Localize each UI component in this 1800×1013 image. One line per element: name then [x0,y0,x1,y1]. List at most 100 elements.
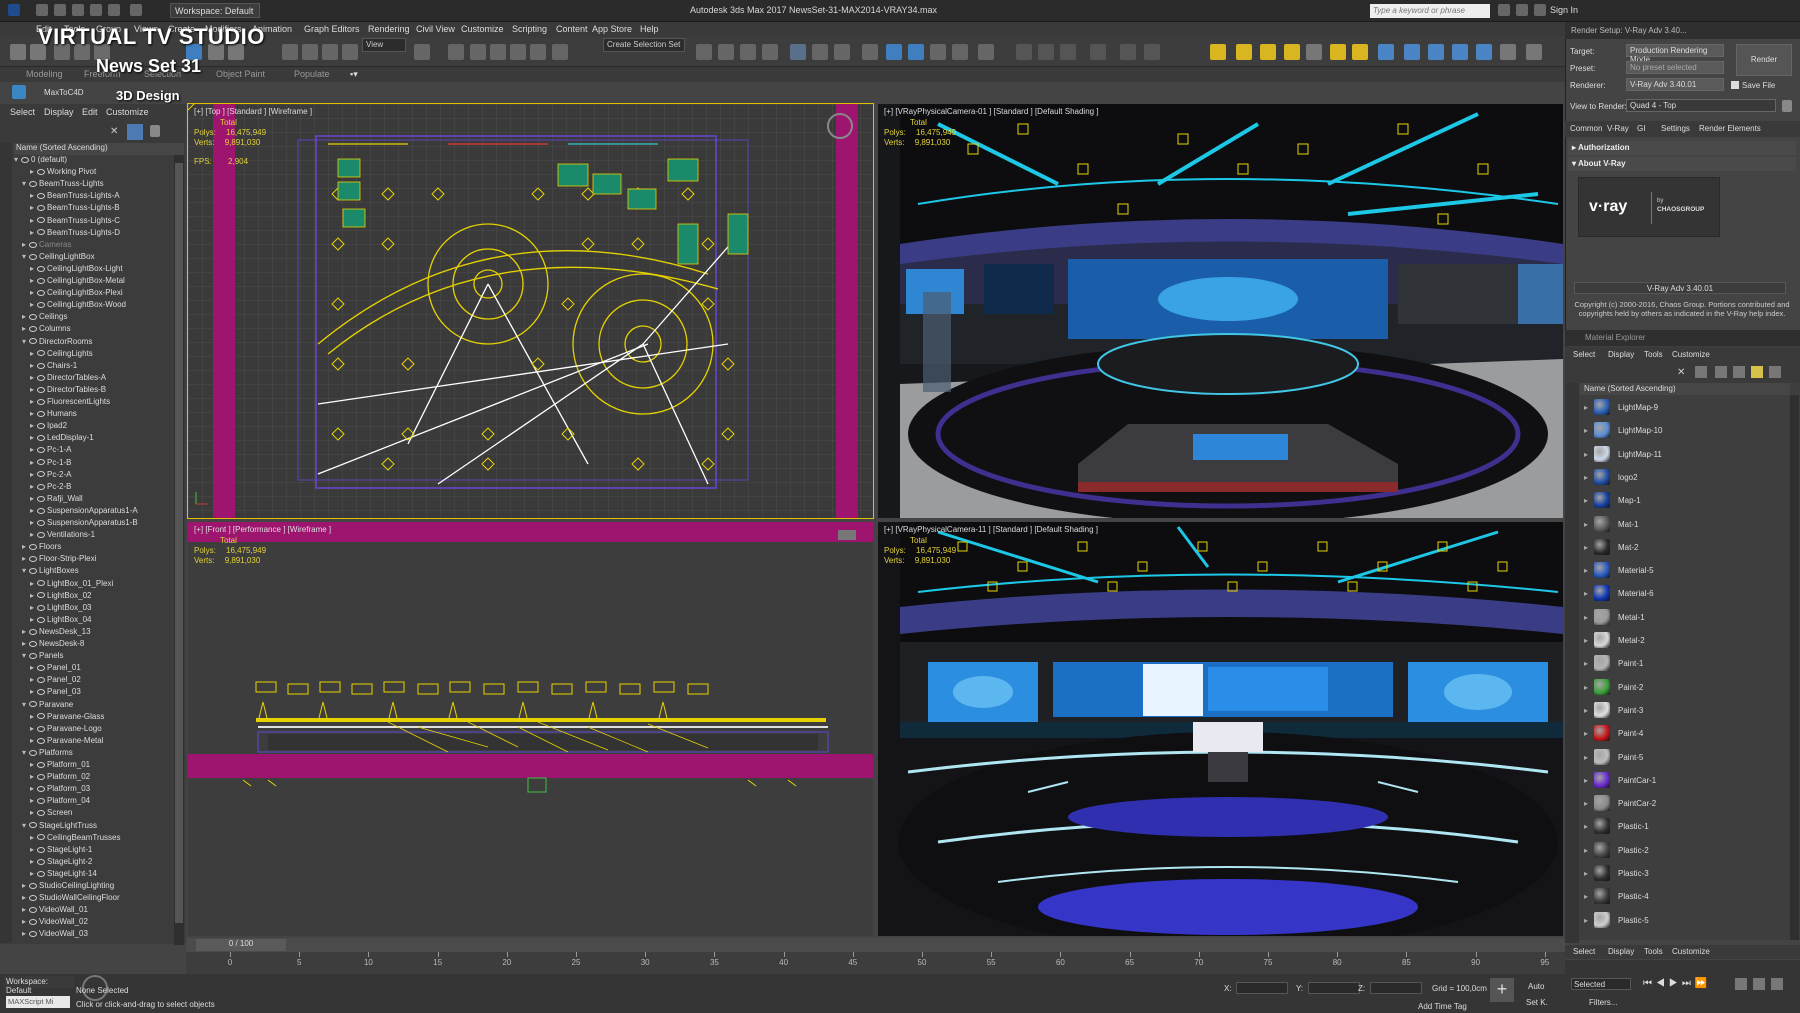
collapsed-arrow-icon[interactable]: ▸ [30,288,36,297]
collapsed-arrow-icon[interactable]: ▸ [30,433,36,442]
scene-tree-row[interactable]: ▸ Paravane-Metal [30,736,103,748]
scene-tree-row[interactable]: ▸ Ceilings [22,312,67,324]
visibility-eye-icon[interactable] [37,217,45,224]
material-expand-icon[interactable]: ▸ [1584,589,1588,598]
toggle-scene-explorer-icon[interactable] [740,44,756,60]
visibility-eye-icon[interactable] [37,265,45,272]
material-expand-icon[interactable]: ▸ [1584,450,1588,459]
visibility-eye-icon[interactable] [29,326,37,333]
tab-vray[interactable]: V-Ray [1607,124,1629,133]
undo-icon[interactable] [90,4,102,16]
visibility-eye-icon[interactable] [37,205,45,212]
tab-gi[interactable]: GI [1637,124,1645,133]
vray-plane-icon[interactable] [1428,44,1444,60]
collapsed-arrow-icon[interactable]: ▸ [30,579,36,588]
collapsed-arrow-icon[interactable]: ▸ [30,591,36,600]
material-expand-icon[interactable]: ▸ [1584,613,1588,622]
track-bar[interactable]: 0 5 10 15 20 25 30 35 40 45 50 55 60 65 70 75 80 85 90 95 [186,952,1566,974]
visibility-eye-icon[interactable] [29,822,37,829]
visibility-eye-icon[interactable] [37,858,45,865]
menu-help[interactable]: Help [640,24,659,34]
collapsed-arrow-icon[interactable]: ▸ [30,349,36,358]
collapsed-arrow-icon[interactable]: ▸ [30,857,36,866]
communication-center-icon[interactable] [1516,4,1528,16]
coord-y-field[interactable] [1308,982,1360,994]
time-slider-track[interactable] [186,938,1566,952]
visibility-eye-icon[interactable] [29,919,37,926]
scene-tree-row[interactable]: ▸ LightBox_01_Plexi [30,579,113,591]
collapsed-arrow-icon[interactable]: ▸ [22,312,28,321]
explorer-menu-select[interactable]: Select [10,107,35,117]
workspace-status-dropdown[interactable]: Workspace: Default [4,976,74,995]
me-bottom-display[interactable]: Display [1608,947,1634,956]
visibility-eye-icon[interactable] [29,556,37,563]
toggle-layer-explorer-icon[interactable] [762,44,778,60]
collapsed-arrow-icon[interactable]: ▸ [22,639,28,648]
material-expand-icon[interactable]: ▸ [1584,706,1588,715]
vray-toolbar-icon-2[interactable] [1038,44,1054,60]
collapsed-arrow-icon[interactable]: ▸ [30,663,36,672]
workspace-dropdown[interactable]: Workspace: Default [170,3,260,18]
vray-light-dome-icon[interactable] [1236,44,1252,60]
vray-frame-buffer-icon[interactable] [978,44,994,60]
me-menu-tools[interactable]: Tools [1644,350,1663,359]
coord-z-field[interactable] [1370,982,1422,994]
visibility-eye-icon[interactable] [37,277,45,284]
collapsed-arrow-icon[interactable]: ▸ [30,458,36,467]
me-bottom-customize[interactable]: Customize [1672,947,1710,956]
material-row[interactable]: ▸ Plastic-3 [1580,862,1790,885]
scene-tree-row[interactable]: ▸ Platform_02 [30,772,90,784]
menu-app-store[interactable]: App Store [592,24,632,34]
visibility-eye-icon[interactable] [37,616,45,623]
viewport-front-label[interactable]: [+] [Front ] [Performance ] [Wireframe ] [194,525,331,534]
scene-tree-row[interactable]: ▸ CeilingBeamTrusses [30,833,121,845]
collapsed-arrow-icon[interactable]: ▸ [30,530,36,539]
expanded-arrow-icon[interactable]: ▾ [22,337,28,346]
project-folder-icon[interactable] [130,4,142,16]
collapsed-arrow-icon[interactable]: ▸ [30,482,36,491]
visibility-eye-icon[interactable] [37,810,45,817]
material-row[interactable]: ▸ LightMap-11 [1580,443,1790,466]
me-menu-customize[interactable]: Customize [1672,350,1710,359]
expanded-arrow-icon[interactable]: ▾ [22,566,28,575]
rollout-about-vray[interactable]: ▾ About V-Ray [1568,157,1796,171]
material-row[interactable]: ▸ Paint-2 [1580,676,1790,699]
scene-tree-row[interactable]: ▸ BeamTruss-Lights-C [30,216,120,228]
scene-tree-row[interactable]: ▸ VideoWall_03 [22,929,88,941]
collapsed-arrow-icon[interactable]: ▸ [30,603,36,612]
visibility-eye-icon[interactable] [37,302,45,309]
visibility-eye-icon[interactable] [37,773,45,780]
material-list-scrollbar[interactable] [1790,395,1799,940]
ribbon-tab-populate[interactable]: Populate [294,69,330,79]
named-selection-set-dropdown[interactable]: Create Selection Set [603,38,685,52]
collapsed-arrow-icon[interactable]: ▸ [30,470,36,479]
collapsed-arrow-icon[interactable]: ▸ [30,615,36,624]
material-row[interactable]: ▸ Paint-4 [1580,722,1790,745]
maxscript-listener[interactable]: MAXScript Mi [6,996,70,1008]
vray-dome-camera-icon[interactable] [1526,44,1542,60]
visibility-eye-icon[interactable] [37,761,45,768]
collapsed-arrow-icon[interactable]: ▸ [30,216,36,225]
explorer-column-header[interactable]: Name (Sorted Ascending) [14,143,184,155]
visibility-eye-icon[interactable] [29,931,37,938]
rendered-frame-window-icon[interactable] [908,44,924,60]
toggle-ribbon-icon[interactable] [790,44,806,60]
visibility-eye-icon[interactable] [37,386,45,393]
material-expand-icon[interactable]: ▸ [1584,473,1588,482]
material-row[interactable]: ▸ Paint-3 [1580,699,1790,722]
scene-tree-row[interactable]: ▾ DirectorRooms [22,337,92,349]
visibility-eye-icon[interactable] [37,834,45,841]
visibility-eye-icon[interactable] [37,435,45,442]
material-row[interactable]: ▸ PaintCar-1 [1580,769,1790,792]
reference-coordinate-dropdown[interactable]: View [362,38,406,52]
vray-sphere-icon[interactable] [1452,44,1468,60]
visibility-eye-icon[interactable] [21,156,29,163]
expanded-arrow-icon[interactable]: ▾ [22,651,28,660]
undo-toolbar-icon[interactable] [10,44,26,60]
scene-tree-row[interactable]: ▸ VideoWall_02 [22,917,88,929]
visibility-eye-icon[interactable] [37,362,45,369]
collapsed-arrow-icon[interactable]: ▸ [22,542,28,551]
percent-snap-icon[interactable] [510,44,526,60]
material-expand-icon[interactable]: ▸ [1584,659,1588,668]
visibility-eye-icon[interactable] [37,350,45,357]
